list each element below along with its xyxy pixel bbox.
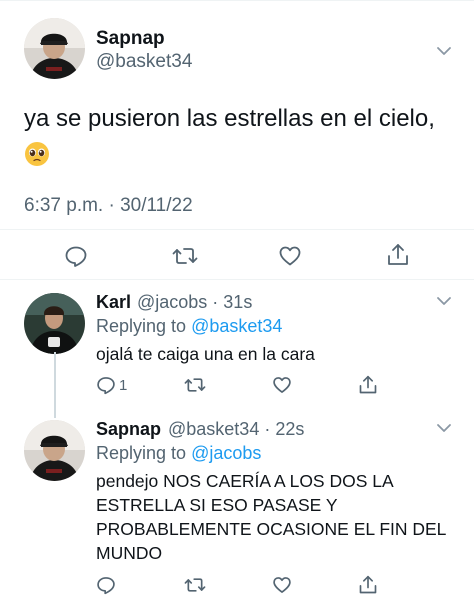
chevron-down-icon[interactable] bbox=[435, 419, 453, 437]
replying-to-label: Replying to bbox=[96, 443, 192, 463]
author-name[interactable]: Sapnap bbox=[96, 28, 165, 50]
divider bbox=[0, 279, 474, 280]
share-icon[interactable] bbox=[358, 574, 378, 596]
author-handle[interactable]: @basket34 bbox=[96, 51, 192, 73]
tweet-timestamp[interactable]: 6:37 p.m. · 30/11/22 bbox=[24, 195, 193, 217]
chevron-down-icon[interactable] bbox=[435, 292, 453, 310]
avatar[interactable] bbox=[24, 18, 85, 79]
avatar[interactable] bbox=[24, 420, 85, 481]
reply-icon[interactable] bbox=[96, 575, 116, 595]
chevron-down-icon[interactable] bbox=[435, 42, 453, 60]
thread-line bbox=[54, 352, 56, 418]
tweet-text-line: PROBABLEMENTE OCASIONE EL FIN DEL bbox=[96, 519, 447, 539]
author-handle[interactable]: @jacobs · 31s bbox=[137, 292, 252, 313]
author-name[interactable]: Karl bbox=[96, 292, 131, 313]
tweet-text-line: pendejo NOS CAERÍA A LOS DOS LA bbox=[96, 471, 394, 491]
reply-count: 1 bbox=[119, 377, 128, 394]
like-icon[interactable] bbox=[272, 375, 292, 395]
replying-to-label: Replying to bbox=[96, 316, 192, 336]
top-divider bbox=[0, 0, 474, 1]
like-icon[interactable] bbox=[272, 575, 292, 595]
retweet-icon[interactable] bbox=[172, 244, 198, 268]
divider bbox=[0, 229, 474, 230]
share-icon[interactable] bbox=[386, 242, 410, 268]
pleading-face-emoji bbox=[25, 142, 49, 166]
reply-icon[interactable] bbox=[96, 375, 116, 395]
reply-icon[interactable] bbox=[64, 244, 88, 268]
replying-to: Replying to @jacobs bbox=[96, 443, 261, 464]
mention-link[interactable]: @basket34 bbox=[191, 316, 282, 336]
author-name[interactable]: Sapnap bbox=[96, 419, 161, 440]
tweet-text: ya se pusieron las estrellas en el cielo… bbox=[24, 105, 435, 132]
tweet-text-line: ESTRELLA SI ESO PASASE Y bbox=[96, 495, 338, 515]
replying-to: Replying to @basket34 bbox=[96, 316, 282, 337]
mention-link[interactable]: @jacobs bbox=[191, 443, 261, 463]
like-icon[interactable] bbox=[278, 244, 302, 268]
share-icon[interactable] bbox=[358, 374, 378, 396]
avatar[interactable] bbox=[24, 293, 85, 354]
tweet-text: ojalá te caiga una en la cara bbox=[96, 344, 315, 364]
author-handle[interactable]: @basket34 · 22s bbox=[168, 419, 304, 440]
retweet-icon[interactable] bbox=[184, 575, 206, 595]
tweet-text-line: MUNDO bbox=[96, 543, 163, 563]
retweet-icon[interactable] bbox=[184, 375, 206, 395]
